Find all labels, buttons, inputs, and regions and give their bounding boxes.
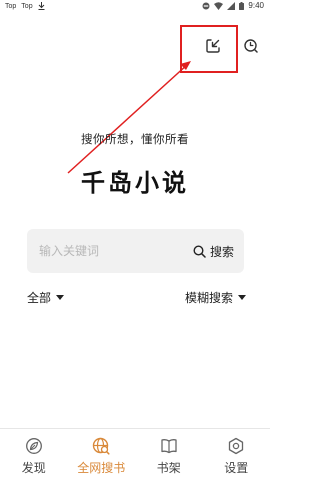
caret-down-icon (56, 295, 65, 300)
slogan: 搜你所想，懂你所看 (81, 132, 189, 146)
search-button[interactable]: 搜索 (193, 229, 234, 273)
search-mode-filter[interactable]: 模糊搜索 (185, 289, 246, 306)
search-icon (193, 244, 206, 258)
nav-item-label: 发现 (21, 461, 46, 475)
gear-icon (229, 437, 244, 455)
nav-item-bookshelf[interactable]: 书架 (135, 429, 203, 480)
category-filter[interactable]: 全部 (27, 289, 65, 306)
category-filter-label: 全部 (27, 291, 52, 305)
bookshelf-icon (161, 439, 177, 454)
search-input[interactable] (39, 229, 179, 273)
search-button-label: 搜索 (209, 244, 234, 259)
app-title: 千岛小说 (81, 169, 189, 197)
search-bar: 搜索 (27, 229, 244, 273)
globe-search-icon (93, 437, 110, 455)
discover-icon (25, 438, 42, 454)
caret-down-icon (238, 295, 246, 300)
nav-item-discover[interactable]: 发现 (0, 429, 68, 480)
nav-item-settings[interactable]: 设置 (203, 429, 271, 480)
nav-item-label: 书架 (156, 461, 181, 475)
nav-item-web-search[interactable]: 全网搜书 (68, 429, 136, 480)
bottom-nav: 发现 全网搜书 书架 设置 (0, 428, 270, 480)
nav-item-label: 全网搜书 (77, 461, 126, 475)
search-mode-label: 模糊搜索 (184, 291, 233, 305)
nav-item-label: 设置 (224, 461, 249, 475)
